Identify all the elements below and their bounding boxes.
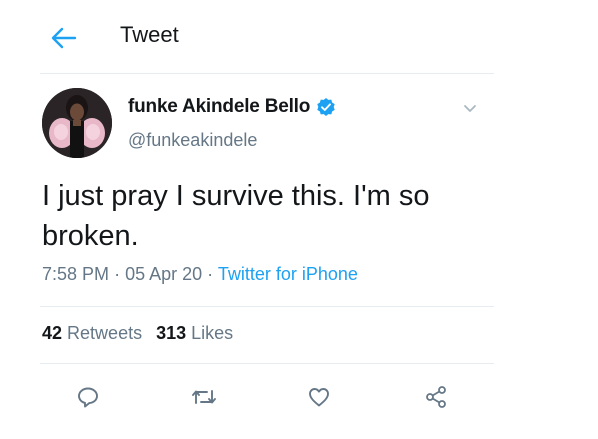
likes-label: Likes — [191, 323, 234, 343]
share-icon — [426, 386, 446, 408]
header-divider — [40, 73, 494, 74]
meta-divider — [40, 306, 494, 307]
meta-separator: · — [114, 264, 121, 284]
tweet-date: 05 Apr 20 — [125, 264, 203, 284]
page-title: Tweet — [120, 22, 179, 47]
tweet-time: 7:58 PM — [42, 264, 110, 284]
reply-button[interactable] — [74, 383, 102, 411]
reply-icon — [78, 387, 98, 408]
stats-divider — [40, 363, 494, 364]
retweets-label: Retweets — [67, 323, 143, 343]
user-avatar — [42, 88, 112, 158]
verified-badge-icon — [316, 97, 336, 117]
meta-separator: · — [207, 264, 214, 284]
retweets-count: 42 — [42, 323, 63, 343]
tweet-stats: 42 Retweets 313 Likes — [42, 323, 233, 344]
author-name-row[interactable]: funke Akindele Bello — [128, 96, 336, 118]
back-button[interactable] — [50, 24, 78, 52]
top-bar: Tweet — [0, 0, 598, 72]
author-handle[interactable]: @funkeakindele — [128, 130, 257, 151]
retweets-stat[interactable]: 42 Retweets — [42, 323, 142, 343]
author-display-name[interactable]: funke Akindele Bello — [128, 96, 310, 118]
back-arrow-icon — [51, 27, 77, 49]
like-button[interactable] — [305, 383, 333, 411]
like-icon — [309, 388, 329, 407]
likes-count: 313 — [156, 323, 187, 343]
avatar[interactable] — [42, 88, 112, 158]
retweet-button[interactable] — [190, 383, 218, 411]
tweet-text: I just pray I survive this. I'm so broke… — [42, 180, 430, 252]
chevron-down-icon — [464, 105, 476, 112]
retweet-icon — [192, 390, 216, 404]
tweet-source-link[interactable]: Twitter for iPhone — [218, 264, 358, 284]
likes-stat[interactable]: 313 Likes — [156, 323, 233, 343]
more-options-button[interactable] — [460, 98, 480, 118]
tweet-meta: 7:58 PM · 05 Apr 20 · Twitter for iPhone — [42, 264, 358, 285]
share-button[interactable] — [422, 383, 450, 411]
